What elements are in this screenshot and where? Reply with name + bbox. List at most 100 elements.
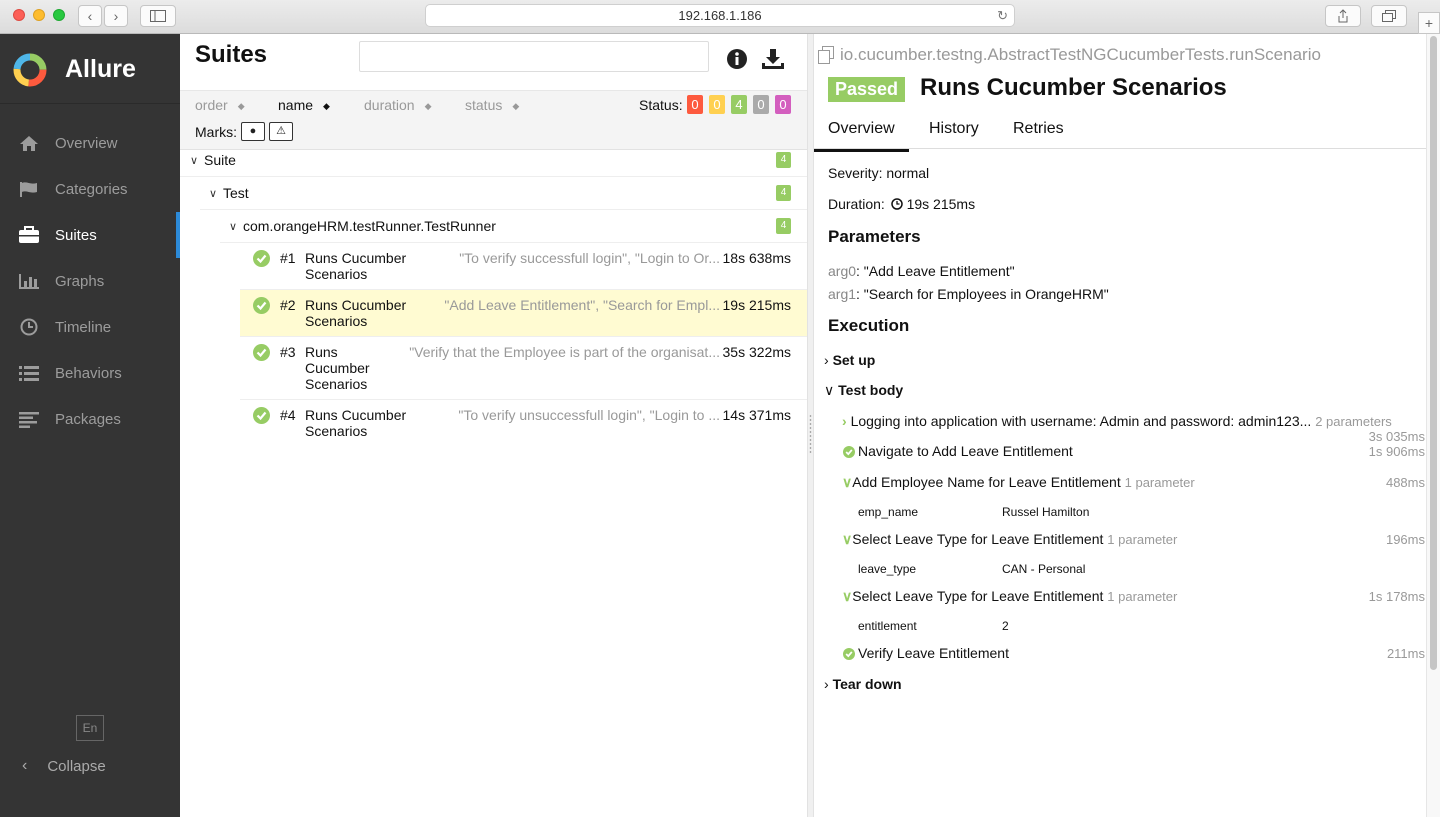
- brand[interactable]: Allure: [0, 34, 180, 104]
- test-body-toggle[interactable]: ∨ Test body: [824, 382, 903, 399]
- step-duration: 488ms: [1385, 475, 1425, 490]
- step-param-count: 2 parameters: [1315, 414, 1392, 429]
- test-params: "Add Leave Entitlement", "Search for Emp…: [444, 297, 720, 313]
- sidebar-item-suites[interactable]: Suites: [0, 212, 180, 258]
- sidebar-toggle-button[interactable]: [140, 5, 176, 27]
- test-row[interactable]: #4 Runs Cucumber Scenarios "To verify un…: [240, 400, 807, 447]
- setup-toggle[interactable]: › Set up: [824, 352, 875, 368]
- step-param-key: emp_name: [858, 505, 919, 519]
- tab-overview[interactable]: Overview: [814, 120, 909, 152]
- sort-icon: ◆: [424, 101, 432, 111]
- test-number: #1: [280, 250, 296, 266]
- sidebar: Allure Overview Categories Suites Graphs…: [0, 34, 180, 817]
- tabs-overview-button[interactable]: [1371, 5, 1407, 27]
- teardown-toggle[interactable]: › Tear down: [824, 676, 902, 692]
- test-number: #3: [280, 344, 296, 360]
- sidebar-item-behaviors[interactable]: Behaviors: [0, 350, 180, 396]
- back-button[interactable]: ‹: [78, 5, 102, 27]
- chevron-down-icon: ∨: [209, 187, 218, 200]
- sidebar-item-label: Packages: [55, 410, 121, 428]
- close-window-button[interactable]: [13, 9, 25, 21]
- sidebar-nav: Overview Categories Suites Graphs Timeli…: [0, 120, 180, 442]
- step-param-key: entitlement: [858, 619, 917, 633]
- sort-label: status: [465, 97, 503, 113]
- sidebar-item-label: Behaviors: [55, 364, 122, 382]
- tab-retries[interactable]: Retries: [1013, 120, 1064, 138]
- marks-label: Marks:: [195, 124, 237, 140]
- flaky-mark-toggle[interactable]: ●: [241, 122, 265, 141]
- address-text: 192.168.1.186: [678, 8, 762, 23]
- check-circle-icon: [843, 648, 855, 660]
- step-name: Select Leave Type for Leave Entitlement: [852, 588, 1104, 604]
- status-unknown-toggle[interactable]: 0: [775, 95, 791, 114]
- status-passed-toggle[interactable]: 4: [731, 95, 747, 114]
- sidebar-item-categories[interactable]: Categories: [0, 166, 180, 212]
- minimize-window-button[interactable]: [33, 9, 45, 21]
- tab-history[interactable]: History: [929, 120, 979, 138]
- scrollbar-thumb[interactable]: [1430, 36, 1437, 670]
- sort-icon: ◆: [323, 101, 330, 111]
- reload-icon[interactable]: ↻: [997, 5, 1008, 27]
- scrollbar[interactable]: [1426, 34, 1440, 817]
- new-failed-mark-toggle[interactable]: ⚠: [269, 122, 293, 141]
- zoom-window-button[interactable]: [53, 9, 65, 21]
- status-broken-toggle[interactable]: 0: [709, 95, 725, 114]
- test-row[interactable]: #3 Runs Cucumber Scenarios "Verify that …: [240, 337, 807, 400]
- step-param-value: Russel Hamilton: [1002, 505, 1090, 519]
- step-row[interactable]: ∨Select Leave Type for Leave Entitlement…: [842, 586, 1425, 643]
- step-row[interactable]: ∨Add Employee Name for Leave Entitlement…: [842, 472, 1425, 529]
- tree-group[interactable]: ∨ Test 4: [200, 177, 807, 210]
- step-content: ∨Add Employee Name for Leave Entitlement…: [842, 474, 1195, 491]
- tree-group[interactable]: ∨ Suite 4: [180, 144, 807, 177]
- chevron-down-icon: ∨: [842, 474, 853, 490]
- sidebar-item-graphs[interactable]: Graphs: [0, 258, 180, 304]
- chevron-right-icon: ›: [824, 676, 829, 692]
- chevron-down-icon: ∨: [842, 588, 853, 604]
- browser-toolbar: ‹ › 192.168.1.186 ↻ +: [0, 0, 1440, 34]
- sidebar-item-timeline[interactable]: Timeline: [0, 304, 180, 350]
- check-circle-icon: [253, 297, 270, 314]
- sort-label: duration: [364, 97, 415, 113]
- test-duration: 35s 322ms: [722, 344, 791, 360]
- check-circle-icon: [843, 446, 855, 458]
- sidebar-item-label: Timeline: [55, 318, 112, 336]
- sidebar-item-packages[interactable]: Packages: [0, 396, 180, 442]
- chevron-left-icon: ‹: [87, 8, 93, 24]
- info-icon[interactable]: [726, 48, 750, 72]
- sort-by-status[interactable]: status ◆: [465, 97, 519, 113]
- language-button[interactable]: En: [76, 715, 104, 741]
- chevron-left-icon: ‹: [22, 757, 28, 774]
- sort-by-order[interactable]: order ◆: [195, 97, 245, 113]
- test-number: #2: [280, 297, 296, 313]
- step-param-count: 1 parameter: [1124, 475, 1195, 490]
- address-bar[interactable]: 192.168.1.186 ↻: [425, 4, 1015, 27]
- new-tab-button[interactable]: +: [1418, 12, 1440, 34]
- chevron-down-icon: ∨: [842, 531, 853, 547]
- step-name: Navigate to Add Leave Entitlement: [858, 443, 1073, 459]
- status-badge: Passed: [828, 77, 906, 102]
- step-row[interactable]: › Logging into application with username…: [842, 411, 1425, 444]
- test-row[interactable]: #1 Runs Cucumber Scenarios "To verify su…: [240, 243, 807, 290]
- step-row[interactable]: ∨Select Leave Type for Leave Entitlement…: [842, 529, 1425, 586]
- sort-by-duration[interactable]: duration ◆: [364, 97, 432, 113]
- sidebar-item-label: Overview: [55, 134, 118, 152]
- copy-icon[interactable]: [818, 46, 834, 64]
- test-row[interactable]: #2 Runs Cucumber Scenarios "Add Leave En…: [240, 290, 807, 337]
- sort-by-name[interactable]: name ◆: [278, 97, 330, 113]
- home-icon: [18, 134, 40, 152]
- status-filter-label: Status:: [639, 97, 683, 113]
- status-failed-toggle[interactable]: 0: [687, 95, 703, 114]
- status-skipped-toggle[interactable]: 0: [753, 95, 769, 114]
- pane-splitter[interactable]: [807, 34, 814, 817]
- tree-group[interactable]: ∨ com.orangeHRM.testRunner.TestRunner 4: [220, 210, 807, 243]
- parameter-value: : "Add Leave Entitlement": [856, 263, 1015, 279]
- download-icon[interactable]: [761, 48, 785, 72]
- forward-button[interactable]: ›: [104, 5, 128, 27]
- teardown-label: Tear down: [832, 676, 902, 692]
- group-name: Test: [223, 185, 249, 201]
- search-input[interactable]: [359, 41, 709, 72]
- briefcase-icon: [18, 226, 40, 244]
- sidebar-item-overview[interactable]: Overview: [0, 120, 180, 166]
- share-button[interactable]: [1325, 5, 1361, 27]
- collapse-button[interactable]: ‹ Collapse: [0, 752, 180, 780]
